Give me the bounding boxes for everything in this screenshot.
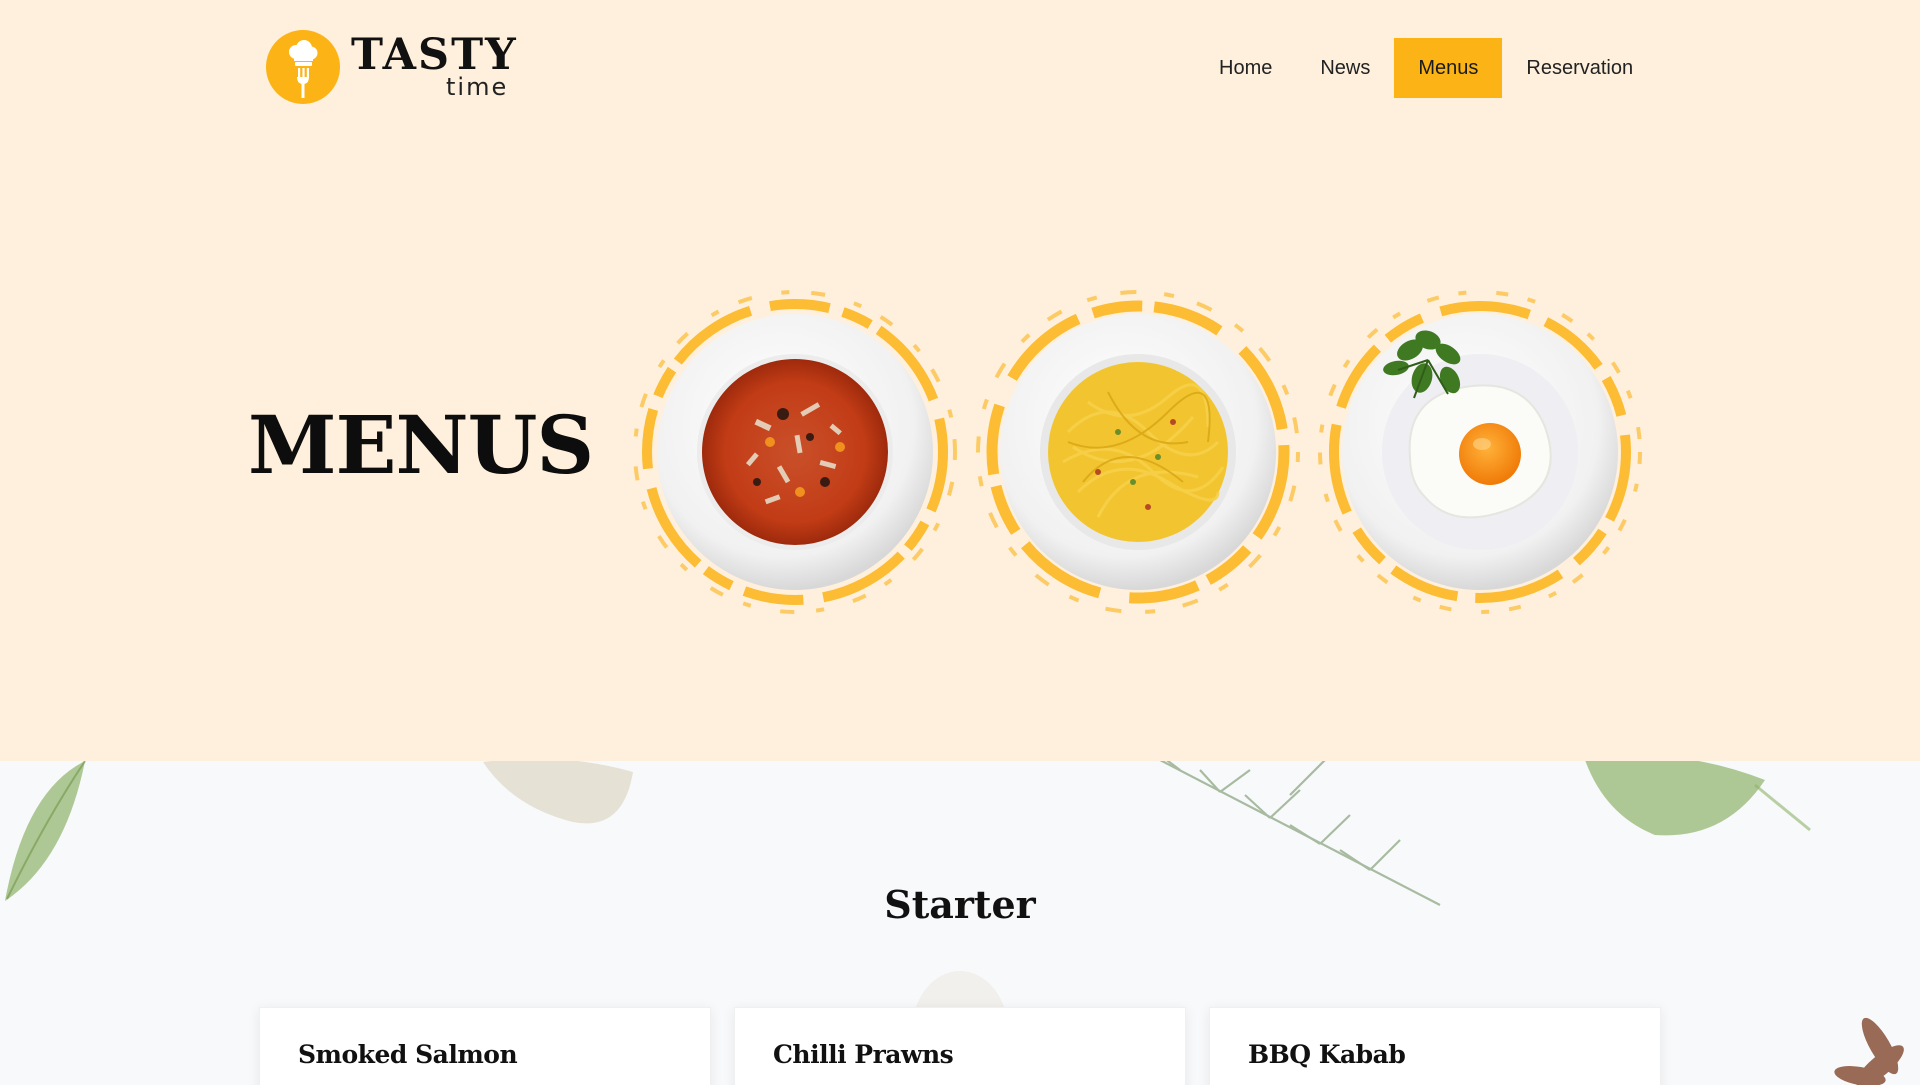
fried-egg-plate-image <box>1310 282 1650 622</box>
menu-item-title: BBQ Kabab <box>1248 1040 1406 1069</box>
section-title: Starter <box>884 882 1036 927</box>
green-leaf-decoration <box>1585 761 1811 836</box>
menu-card[interactable]: BBQ Kabab <box>1209 1007 1661 1085</box>
logo-word: TASTY <box>351 30 518 80</box>
spaghetti-plate-image <box>968 282 1308 622</box>
nav-menus[interactable]: Menus <box>1394 38 1503 98</box>
bay-leaf-decoration <box>483 761 633 824</box>
starter-section: Starter Smoked Salmon Chilli Prawns BBQ … <box>0 761 1920 1085</box>
soup-plate-image <box>625 282 965 622</box>
nav-reservation[interactable]: Reservation <box>1502 38 1657 98</box>
chef-fork-icon <box>266 30 340 104</box>
site-logo[interactable]: TASTY time <box>266 30 516 110</box>
nav-home[interactable]: Home <box>1195 38 1296 98</box>
star-anise-decoration <box>1834 1017 1904 1085</box>
nav-news[interactable]: News <box>1296 38 1394 98</box>
hero-section: TASTY time Home News Menus Reservation M… <box>0 0 1920 761</box>
menu-card[interactable]: Chilli Prawns <box>734 1007 1186 1085</box>
main-nav: Home News Menus Reservation <box>1195 38 1657 98</box>
menu-item-title: Chilli Prawns <box>773 1040 954 1069</box>
logo-subword: time <box>446 73 509 101</box>
page-title: MENUS <box>248 398 594 492</box>
menu-card[interactable]: Smoked Salmon <box>259 1007 711 1085</box>
menu-item-title: Smoked Salmon <box>298 1040 518 1069</box>
